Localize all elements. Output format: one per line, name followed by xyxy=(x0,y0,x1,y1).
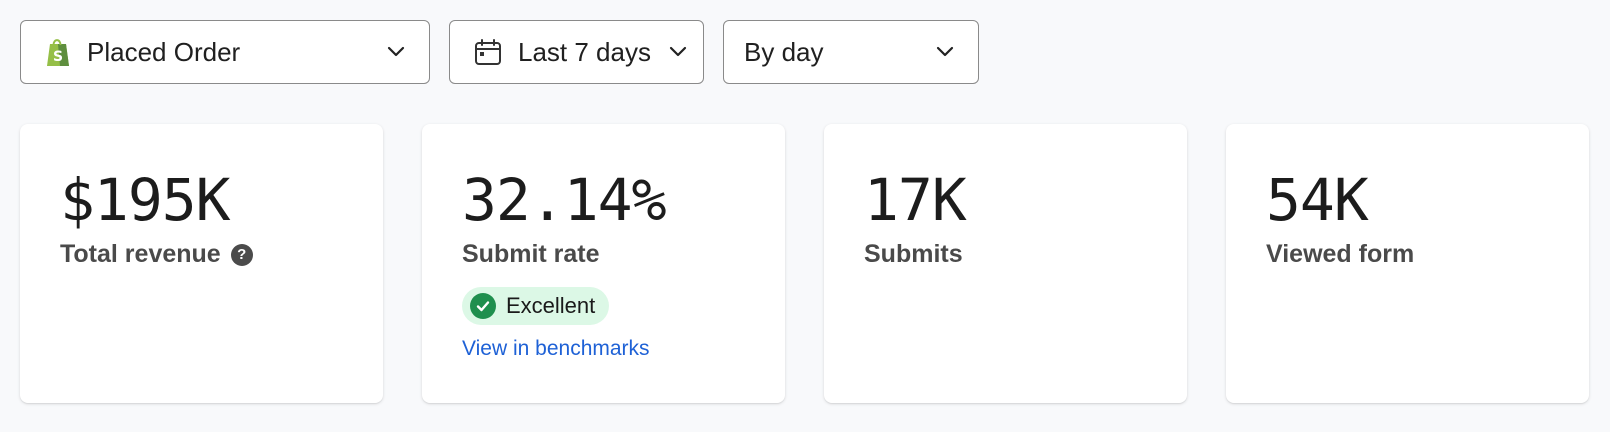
grouping-label: By day xyxy=(744,36,824,67)
viewed-form-card: 54K Viewed form xyxy=(1226,124,1589,403)
submits-label: Submits xyxy=(864,240,963,268)
metric-dropdown-label: Placed Order xyxy=(87,36,241,67)
submit-rate-card: 32.14% Submit rate Excellent View in ben… xyxy=(422,124,785,403)
submits-value: 17K xyxy=(864,166,967,234)
viewed-form-value: 54K xyxy=(1266,166,1369,234)
total-revenue-label-row: Total revenue ? xyxy=(60,240,343,269)
svg-text:S: S xyxy=(53,49,63,65)
submits-card: 17K Submits xyxy=(824,124,1187,403)
submit-rate-value: 32.14% xyxy=(462,166,667,234)
chevron-down-icon xyxy=(669,46,687,58)
total-revenue-card: $195K Total revenue ? xyxy=(20,124,383,403)
total-revenue-label: Total revenue xyxy=(60,240,221,268)
calendar-icon xyxy=(474,38,502,66)
help-icon[interactable]: ? xyxy=(230,243,253,266)
status-badge: Excellent xyxy=(462,287,610,325)
date-range-dropdown[interactable]: Last 7 days xyxy=(449,20,704,84)
check-circle-icon xyxy=(470,293,496,319)
viewed-form-label: Viewed form xyxy=(1266,240,1415,268)
metric-dropdown[interactable]: S Placed Order xyxy=(20,20,430,84)
grouping-dropdown[interactable]: By day xyxy=(723,20,979,84)
shopify-bag-icon: S xyxy=(45,36,71,68)
submit-rate-label: Submit rate xyxy=(462,240,600,268)
filter-bar: S Placed Order Last 7 days By day xyxy=(20,20,979,84)
view-benchmarks-link[interactable]: View in benchmarks xyxy=(462,337,745,361)
date-range-label: Last 7 days xyxy=(518,36,651,67)
metrics-cards: $195K Total revenue ? 32.14% Submit rate… xyxy=(20,124,1589,403)
chevron-down-icon xyxy=(387,46,405,58)
total-revenue-value: $195K xyxy=(60,166,231,234)
status-badge-label: Excellent xyxy=(506,293,596,318)
chevron-down-icon xyxy=(936,46,954,58)
